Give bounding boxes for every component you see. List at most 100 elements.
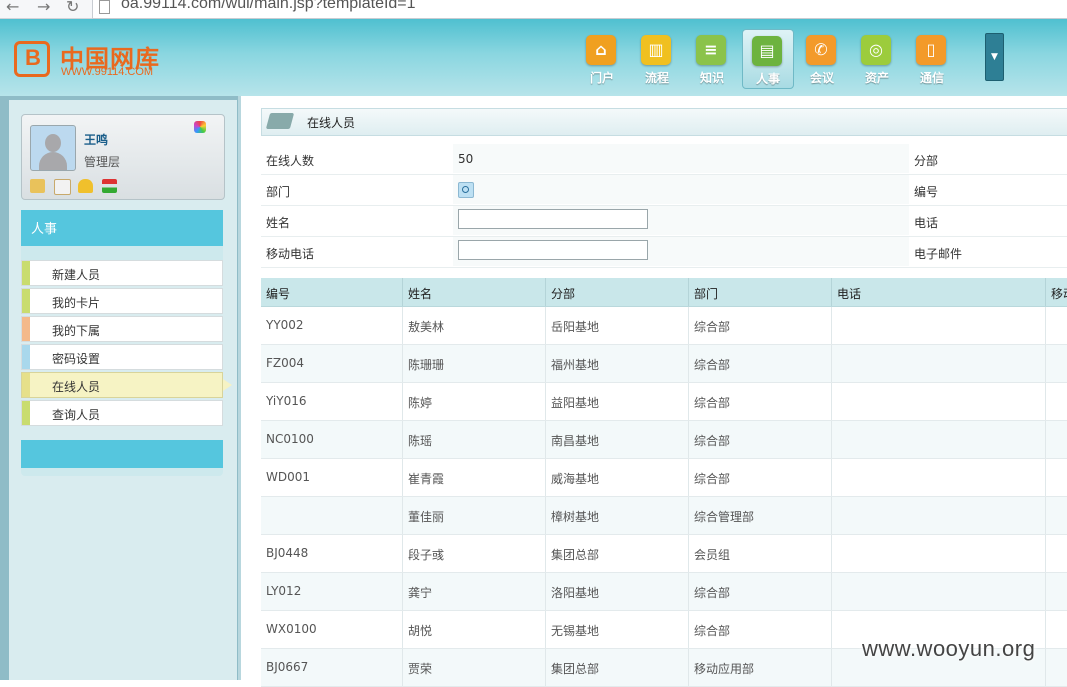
column-header[interactable]: 姓名 — [403, 278, 546, 306]
table-row[interactable]: BJ0448 段子彧 集团总部 会员组 — [261, 535, 1067, 573]
top-nav-label: 人事 — [755, 72, 780, 86]
form-row-mobile: 移动电话 电子邮件 — [261, 237, 1067, 268]
top-nav-label: 知识 — [699, 71, 724, 85]
edit-icon[interactable] — [54, 179, 71, 195]
top-nav-item-0[interactable]: ⌂ 门户 — [577, 29, 627, 89]
table-cell — [1046, 459, 1067, 496]
table-cell-text: YY002 — [266, 318, 304, 332]
top-nav-item-4[interactable]: ✆ 会议 — [797, 29, 847, 89]
mobile-label: 移动电话 — [266, 247, 315, 261]
top-nav-item-3[interactable]: ▤ 人事 — [742, 29, 794, 89]
table-cell: 综合部 — [689, 573, 832, 610]
table-cell-text[interactable]: 龚宁 — [408, 584, 432, 601]
table-cell: 移动应用部 — [689, 649, 832, 686]
chart-icon-glyph: ▥ — [648, 40, 664, 59]
table-cell-text[interactable]: 贾荣 — [408, 660, 432, 677]
sidebar-item-marker — [22, 261, 30, 285]
forward-icon[interactable]: → — [37, 0, 50, 17]
sidebar-item-label: 我的下属 — [52, 324, 101, 338]
table-cell — [832, 497, 1046, 534]
sidebar-item-3[interactable]: 密码设置 — [21, 344, 223, 370]
top-nav-label: 资产 — [864, 71, 889, 85]
panel-title: 在线人员 — [307, 116, 356, 130]
table-cell: 段子彧 — [403, 535, 546, 572]
sidebar-item-2[interactable]: 我的下属 — [21, 316, 223, 342]
phone-icon-glyph: ✆ — [814, 40, 828, 59]
reload-icon[interactable]: ↻ — [66, 0, 79, 17]
top-nav-label: 会议 — [809, 71, 834, 85]
sidebar-item-0[interactable]: 新建人员 — [21, 260, 223, 286]
sidebar-section-header[interactable]: 人事 — [21, 210, 223, 246]
table-cell: 龚宁 — [403, 573, 546, 610]
table-cell-text[interactable]: 胡悦 — [408, 622, 432, 639]
table-cell-text[interactable]: 陈婷 — [408, 394, 432, 411]
code-label: 编号 — [914, 185, 939, 199]
search-form: 在线人数 50 分部 部门 编号 姓名 电话 移动电话 电子邮件 — [261, 144, 1067, 268]
column-header[interactable]: 移动 — [1046, 278, 1067, 306]
url-text[interactable]: oa.99114.com/wui/main.jsp?templateId=1 — [121, 0, 416, 13]
table-cell — [1046, 307, 1067, 344]
column-header[interactable]: 电话 — [832, 278, 1046, 306]
top-nav-item-2[interactable]: ≡ 知识 — [687, 29, 737, 89]
column-header-label: 移动 — [1051, 287, 1067, 301]
sidebar-item-5[interactable]: 查询人员 — [21, 400, 223, 426]
sidebar: 王鸣 管理层 人事 新建人员 我的卡片 我的下属 密码设置 在线人员 查询人员 — [0, 96, 238, 680]
table-cell-text: 岳阳基地 — [551, 320, 600, 334]
table-row[interactable]: YY002 敖美林 岳阳基地 综合部 — [261, 307, 1067, 345]
panel-title-bar: 在线人员 — [261, 108, 1067, 136]
table-cell: 综合部 — [689, 421, 832, 458]
column-header[interactable]: 编号 — [261, 278, 403, 306]
dept-browse-icon[interactable] — [458, 182, 474, 198]
column-header[interactable]: 分部 — [546, 278, 689, 306]
table-cell-text[interactable]: 陈珊珊 — [408, 356, 444, 373]
table-cell-text[interactable]: 崔青霞 — [408, 470, 444, 487]
table-row[interactable]: YiY016 陈婷 益阳基地 综合部 — [261, 383, 1067, 421]
lock-icon[interactable] — [78, 179, 93, 193]
sidebar-item-label: 我的卡片 — [52, 296, 101, 310]
table-row[interactable]: NC0100 陈瑶 南昌基地 综合部 — [261, 421, 1067, 459]
top-nav-item-1[interactable]: ▥ 流程 — [632, 29, 682, 89]
sidebar-item-1[interactable]: 我的卡片 — [21, 288, 223, 314]
table-cell: 敖美林 — [403, 307, 546, 344]
table-cell — [1046, 345, 1067, 382]
sidebar-footer-edge — [21, 468, 223, 476]
table-cell-text[interactable]: 段子彧 — [408, 546, 444, 563]
online-count-label: 在线人数 — [266, 154, 315, 168]
org-chart-icon[interactable] — [102, 179, 117, 193]
book-icon[interactable] — [30, 179, 45, 193]
column-header[interactable]: 部门 — [689, 278, 832, 306]
table-cell-text[interactable]: 董佳丽 — [408, 508, 444, 525]
table-row[interactable]: LY012 龚宁 洛阳基地 综合部 — [261, 573, 1067, 611]
table-cell-text: 益阳基地 — [551, 396, 600, 410]
table-row[interactable]: 董佳丽 樟树基地 综合管理部 — [261, 497, 1067, 535]
form-row-dept: 部门 编号 — [261, 175, 1067, 206]
table-cell: 综合管理部 — [689, 497, 832, 534]
name-input[interactable] — [458, 209, 648, 229]
sidebar-item-marker — [22, 345, 30, 369]
table-row[interactable]: FZ004 陈珊珊 福州基地 综合部 — [261, 345, 1067, 383]
avatar[interactable] — [30, 125, 76, 171]
back-icon[interactable]: ← — [6, 0, 19, 17]
user-name[interactable]: 王鸣 — [84, 131, 108, 148]
address-bar[interactable]: oa.99114.com/wui/main.jsp?templateId=1 — [92, 0, 1067, 19]
mobile-input[interactable] — [458, 240, 648, 260]
top-nav-item-5[interactable]: ◎ 资产 — [852, 29, 902, 89]
table-cell: 樟树基地 — [546, 497, 689, 534]
coins-icon: ◎ — [861, 35, 891, 65]
table-cell — [1046, 421, 1067, 458]
status-icon[interactable] — [194, 121, 206, 133]
table-cell: 综合部 — [689, 307, 832, 344]
table-cell: YiY016 — [261, 383, 403, 420]
watermark: www.wooyun.org — [862, 636, 1036, 661]
coins-icon-glyph: ◎ — [869, 40, 883, 59]
table-cell-text[interactable]: 陈瑶 — [408, 432, 432, 449]
more-dropdown-icon[interactable]: ▼ — [985, 33, 1004, 81]
email-label: 电子邮件 — [914, 247, 963, 261]
top-nav-item-6[interactable]: ▯ 通信 — [907, 29, 957, 89]
table-cell: FZ004 — [261, 345, 403, 382]
sidebar-section-title: 人事 — [31, 222, 58, 237]
sidebar-item-label: 密码设置 — [52, 352, 101, 366]
table-row[interactable]: WD001 崔青霞 威海基地 综合部 — [261, 459, 1067, 497]
table-cell-text[interactable]: 敖美林 — [408, 318, 444, 335]
sidebar-item-4[interactable]: 在线人员 — [21, 372, 232, 398]
